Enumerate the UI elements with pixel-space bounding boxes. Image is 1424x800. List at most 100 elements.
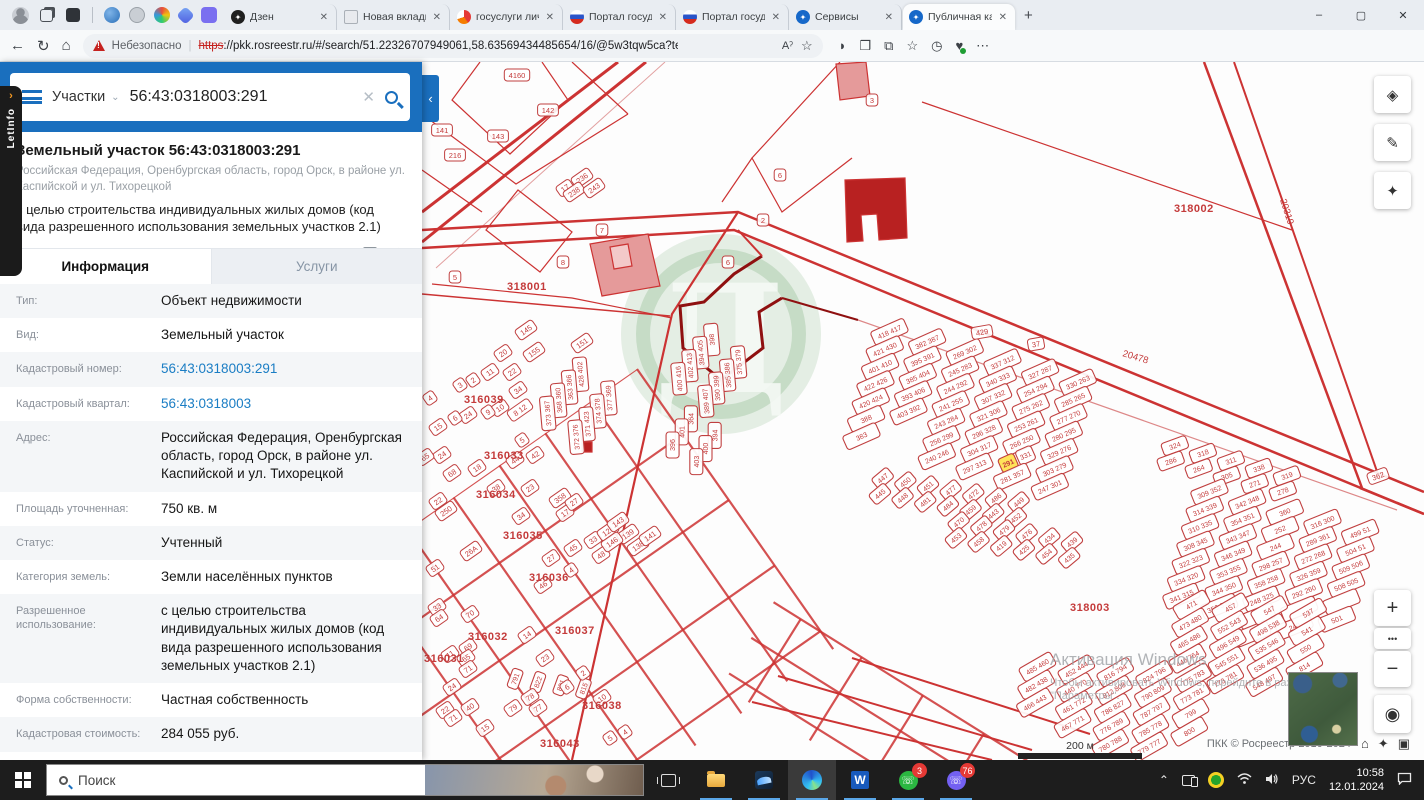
- parcel-label[interactable]: 145: [514, 319, 538, 341]
- copilot-icon[interactable]: ◗: [839, 38, 847, 53]
- compass-button[interactable]: ◉: [1374, 695, 1411, 733]
- parcel-label[interactable]: 141: [431, 123, 453, 137]
- quarter-number-label[interactable]: 316034: [476, 489, 516, 501]
- parcel-label[interactable]: 79: [503, 698, 523, 717]
- close-button[interactable]: ✕: [1382, 0, 1424, 30]
- quarter-number-label[interactable]: 316035: [503, 530, 543, 542]
- parcel-label[interactable]: 24: [432, 445, 452, 464]
- security-warning-icon[interactable]: [92, 40, 105, 51]
- green-app-icon[interactable]: [1207, 772, 1224, 788]
- parcel-label[interactable]: 216: [444, 148, 466, 162]
- tab-actions-icon[interactable]: [38, 7, 55, 24]
- map-building[interactable]: [609, 243, 633, 270]
- parcel-label[interactable]: 20: [493, 343, 513, 362]
- info-value[interactable]: 56:43:0318003:291: [161, 360, 406, 378]
- task-view-button[interactable]: [644, 760, 692, 800]
- layers-button[interactable]: ◈: [1374, 76, 1411, 113]
- tab-close-icon[interactable]: ✕: [431, 12, 443, 23]
- parcel-label[interactable]: 15: [475, 718, 495, 737]
- search-icon[interactable]: [385, 90, 398, 104]
- extension-color-icon[interactable]: [154, 7, 170, 23]
- tab-close-icon[interactable]: ✕: [997, 12, 1009, 23]
- parcel-label[interactable]: 23: [520, 478, 540, 497]
- collections-icon[interactable]: ⧉: [884, 38, 893, 54]
- parcel-label[interactable]: 26А: [459, 540, 483, 562]
- app-viber[interactable]: ☏ 76: [932, 760, 980, 800]
- app-mail[interactable]: [740, 760, 788, 800]
- tab-Публичная ка[interactable]: ✦ Публичная ка ✕: [903, 4, 1015, 30]
- parcel-label[interactable]: 7: [595, 223, 609, 237]
- tab-Услуги[interactable]: Услуги: [211, 249, 422, 284]
- parcel-label[interactable]: 5: [602, 730, 618, 746]
- quarter-number-label[interactable]: 318001: [507, 281, 547, 293]
- maximize-button[interactable]: ▢: [1340, 0, 1382, 30]
- cadastral-map[interactable]: ‹ Д 418 417 421 430 401 410 422 426 420 424 38…: [422, 62, 1424, 760]
- parcel-label[interactable]: 23: [535, 648, 555, 667]
- split-screen-icon[interactable]: ❒: [860, 38, 872, 54]
- quarter-number-label[interactable]: 318003: [1070, 602, 1110, 614]
- quarter-number-label[interactable]: 316031: [424, 653, 464, 665]
- app-explorer[interactable]: [692, 760, 740, 800]
- measure-button[interactable]: ✎: [1374, 124, 1411, 161]
- zoom-options-button[interactable]: •••: [1374, 628, 1411, 649]
- parcel-label[interactable]: 27: [541, 548, 561, 567]
- refresh-button[interactable]: ↻: [37, 37, 50, 55]
- parcel-label[interactable]: 5: [448, 270, 462, 284]
- wifi-icon[interactable]: [1237, 772, 1252, 788]
- parcel-label[interactable]: 6: [773, 168, 787, 182]
- minimap-thumbnail[interactable]: [1288, 672, 1358, 746]
- parcel-label[interactable]: 14: [517, 625, 537, 644]
- tab-Дзен[interactable]: ✦ Дзен ✕: [225, 4, 337, 30]
- profile-avatar-icon[interactable]: [12, 6, 29, 24]
- clear-search-icon[interactable]: ✕: [362, 88, 375, 106]
- quarter-number-label[interactable]: 316033: [484, 450, 524, 462]
- notification-center-icon[interactable]: [1397, 772, 1412, 788]
- essentials-icon[interactable]: ♥: [955, 38, 966, 54]
- workspaces-icon[interactable]: [64, 7, 81, 24]
- tab-госуслуги лич[interactable]: госуслуги лич ✕: [451, 4, 563, 30]
- search-category-dropdown[interactable]: Участки ⌄: [52, 89, 120, 105]
- quarter-number-label[interactable]: 316039: [464, 394, 504, 406]
- menu-icon[interactable]: [22, 90, 42, 104]
- parcel-label[interactable]: 4: [617, 724, 633, 740]
- parcel-label[interactable]: 40: [460, 697, 480, 716]
- read-aloud-icon[interactable]: Aˀ: [782, 40, 793, 52]
- quarter-number-label[interactable]: 316032: [468, 631, 508, 643]
- taskbar-search[interactable]: Поиск: [46, 764, 644, 796]
- parcel-label[interactable]: 151: [570, 332, 594, 354]
- parcel-label[interactable]: 2: [575, 665, 591, 681]
- minimize-button[interactable]: –: [1298, 0, 1340, 30]
- quarter-number-label[interactable]: 316038: [582, 700, 622, 712]
- map-building[interactable]: [835, 62, 871, 101]
- taskbar-clock[interactable]: 10:58 12.01.2024: [1329, 766, 1384, 795]
- tab-close-icon[interactable]: ✕: [770, 12, 782, 23]
- unsafe-label[interactable]: Небезопасно: [112, 40, 182, 52]
- letinfo-arrow-icon[interactable]: ›: [9, 90, 13, 102]
- app-edge[interactable]: [788, 760, 836, 800]
- devices-icon[interactable]: [1181, 774, 1198, 787]
- parcel-label[interactable]: 22: [502, 362, 522, 381]
- favorites-bar-icon[interactable]: ☆: [906, 38, 918, 54]
- home-icon[interactable]: ⌂: [1361, 736, 1369, 752]
- quarter-number-label[interactable]: 316043: [540, 738, 580, 750]
- locate-button[interactable]: ✦: [1374, 172, 1411, 209]
- search-input[interactable]: [129, 88, 353, 106]
- language-indicator[interactable]: РУС: [1292, 773, 1316, 787]
- parcel-label[interactable]: 4160: [503, 68, 531, 82]
- volume-icon[interactable]: [1265, 773, 1279, 788]
- extension-globe-icon[interactable]: [104, 7, 120, 23]
- app-whatsapp[interactable]: ☏ 3: [884, 760, 932, 800]
- letinfo-extension-tab[interactable]: › LetInfo: [0, 86, 22, 276]
- parcel-label[interactable]: 8: [556, 255, 570, 269]
- tab-close-icon[interactable]: ✕: [657, 12, 669, 23]
- info-value[interactable]: 56:43:0318003: [161, 395, 406, 413]
- parcel-label[interactable]: 11: [480, 362, 500, 381]
- quarter-number-label[interactable]: 316037: [555, 625, 595, 637]
- home-button[interactable]: ⌂: [62, 37, 71, 54]
- tab-close-icon[interactable]: ✕: [544, 12, 556, 23]
- address-bar[interactable]: Небезопасно | https://pkk.rosreestr.ru/#…: [82, 33, 823, 58]
- zoom-in-button[interactable]: +: [1374, 590, 1411, 626]
- extension-gem-icon[interactable]: [176, 5, 195, 25]
- parcel-label[interactable]: 8 12: [506, 398, 534, 422]
- tab-Портал госуд[interactable]: Портал госуд ✕: [677, 4, 789, 30]
